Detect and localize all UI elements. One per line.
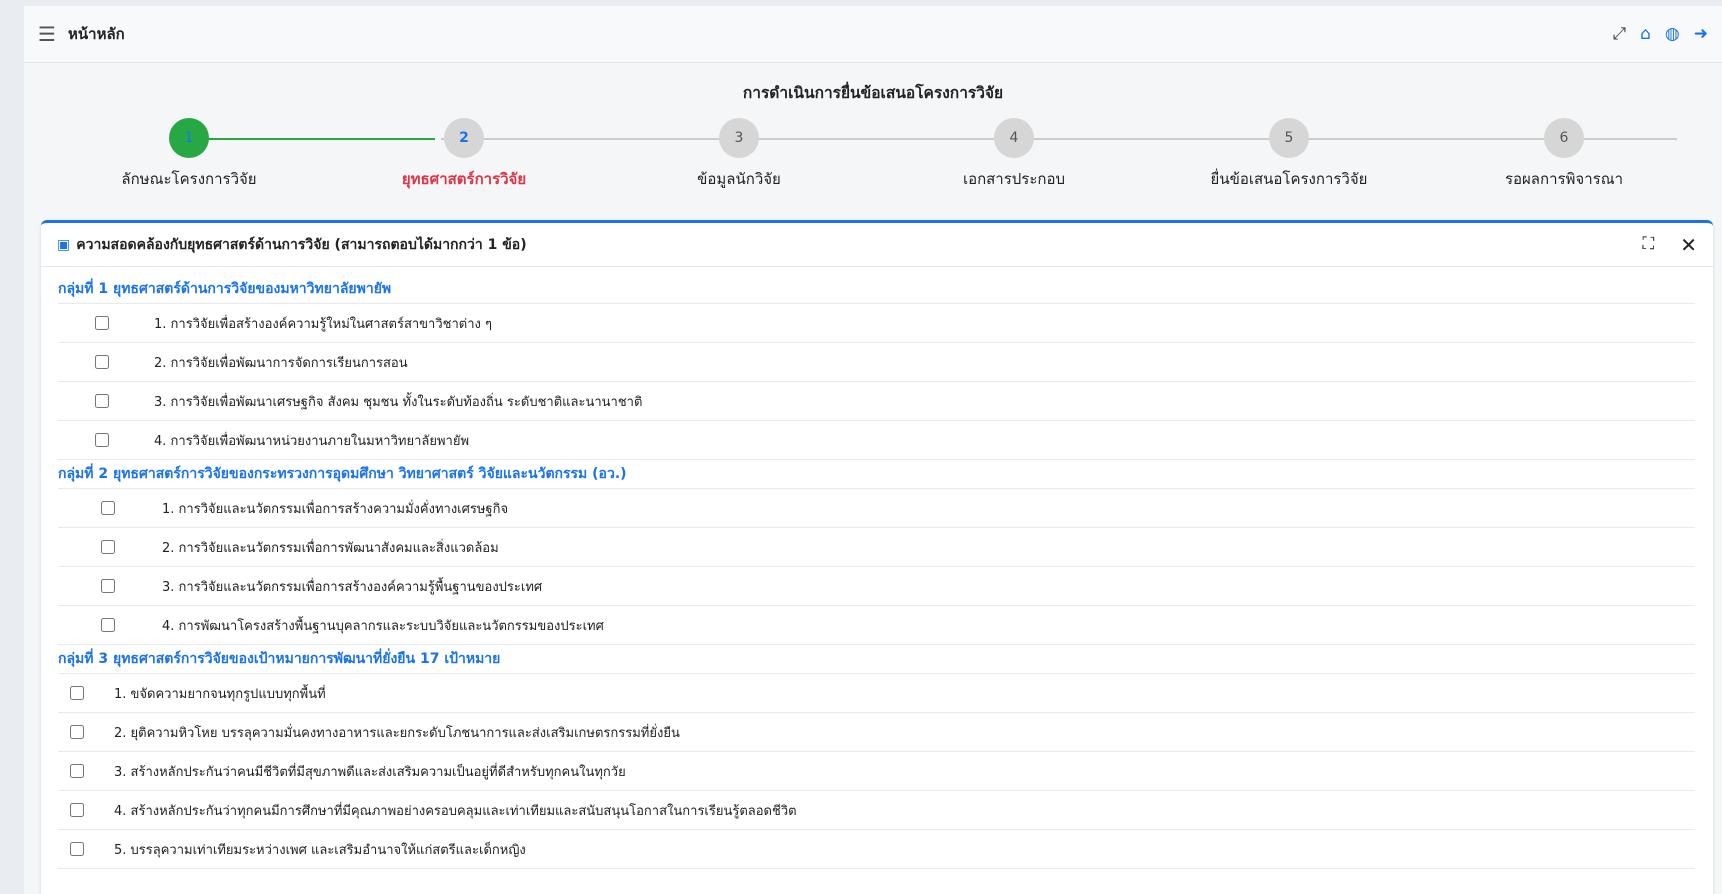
group-title: กลุ่มที่ 2 ยุทธศาสตร์การวิจัยของกระทรวงก… — [58, 460, 1695, 489]
strategy-checkbox[interactable] — [70, 803, 84, 817]
strategy-option-row[interactable]: 4. การพัฒนาโครงสร้างพื้นฐานบุคลากรและระบ… — [58, 606, 1695, 645]
top-navbar: ☰ หน้าหลัก ⤢ ⌂ ◍ ➜ — [24, 6, 1722, 63]
step-label: ยุทธศาสตร์การวิจัย — [401, 170, 527, 188]
step-wizard: 1 ลักษณะโครงการวิจัย 2 ยุทธศาสตร์การวิจัย 3 ข… — [24, 116, 1722, 192]
step-label: ข้อมูลนักวิจัย — [697, 170, 781, 188]
strategy-option-row[interactable]: 2. ยุติความหิวโหย บรรลุความมั่นคงทางอาหา… — [58, 713, 1695, 752]
sidebar-collapsed — [0, 0, 24, 894]
wizard-step-1[interactable]: 1 ลักษณะโครงการวิจัย — [74, 116, 304, 191]
strategy-checkbox[interactable] — [95, 355, 109, 369]
expand-icon[interactable]: ⤢ — [1613, 25, 1627, 43]
home-icon[interactable]: ⌂ — [1640, 25, 1651, 43]
strategy-option-row[interactable]: 1. ขจัดความยากจนทุกรูปแบบทุกพื้นที่ — [58, 674, 1695, 713]
wizard-step-4[interactable]: 4 เอกสารประกอบ — [899, 116, 1129, 191]
sign-out-icon[interactable]: ➜ — [1694, 25, 1708, 43]
step-number-circle: 4 — [994, 118, 1034, 158]
strategy-option-label: 3. การวิจัยเพื่อพัฒนาเศรษฐกิจ สังคม ชุมช… — [154, 394, 643, 410]
strategy-option-row[interactable]: 5. บรรลุความเท่าเทียมระหว่างเพศ และเสริม… — [58, 830, 1695, 869]
card-body: กลุ่มที่ 1 ยุทธศาสตร์ด้านการวิจัยของมหาว… — [41, 267, 1713, 869]
strategy-option-label: 3. การวิจัยและนวัตกรรมเพื่อการสร้างองค์ค… — [162, 579, 543, 595]
strategy-option-row[interactable]: 1. การวิจัยและนวัตกรรมเพื่อการสร้างความม… — [58, 489, 1695, 528]
globe-icon[interactable]: ◍ — [1665, 25, 1680, 43]
book-icon: ▣ — [57, 236, 71, 253]
strategy-option-row[interactable]: 4. สร้างหลักประกันว่าทุกคนมีการศึกษาที่ม… — [58, 791, 1695, 830]
step-label: รอผลการพิจารณา — [1504, 170, 1624, 188]
group-title: กลุ่มที่ 1 ยุทธศาสตร์ด้านการวิจัยของมหาว… — [58, 275, 1695, 304]
strategy-checkbox[interactable] — [70, 842, 84, 856]
strategy-option-label: 2. การวิจัยเพื่อพัฒนาการจัดการเรียนการสอ… — [154, 355, 408, 371]
step-number-circle: 6 — [1544, 118, 1584, 158]
strategy-option-label: 1. การวิจัยเพื่อสร้างองค์ความรู้ใหม่ในศา… — [154, 316, 492, 332]
wizard-title: การดำเนินการยื่นข้อเสนอโครงการวิจัย — [742, 84, 1004, 102]
strategy-checkbox[interactable] — [70, 764, 84, 778]
strategy-option-label: 3. สร้างหลักประกันว่าคนมีชีวิตที่มีสุขภา… — [114, 764, 626, 780]
strategy-group-3: กลุ่มที่ 3 ยุทธศาสตร์การวิจัยของเป้าหมาย… — [58, 645, 1695, 869]
strategy-checkbox[interactable] — [70, 686, 84, 700]
step-number-circle: 2 — [444, 118, 484, 158]
strategy-option-label: 4. การวิจัยเพื่อพัฒนาหน่วยงานภายในมหาวิท… — [154, 433, 470, 449]
strategy-option-row[interactable]: 1. การวิจัยเพื่อสร้างองค์ความรู้ใหม่ในศา… — [58, 304, 1695, 343]
strategy-card: ▣ ความสอดคล้องกับยุทธศาสตร์ด้านการวิจัย … — [41, 220, 1713, 894]
strategy-option-label: 1. การวิจัยและนวัตกรรมเพื่อการสร้างความม… — [162, 501, 509, 517]
page-title: หน้าหลัก — [68, 25, 125, 43]
strategy-option-label: 2. การวิจัยและนวัตกรรมเพื่อการพัฒนาสังคม… — [162, 540, 499, 556]
strategy-checkbox[interactable] — [101, 579, 115, 593]
step-label: ยื่นข้อเสนอโครงการวิจัย — [1210, 170, 1368, 188]
strategy-checkbox[interactable] — [95, 394, 109, 408]
strategy-checkbox[interactable] — [70, 725, 84, 739]
card-tools: ⛶ ✕ — [1642, 235, 1697, 255]
close-icon[interactable]: ✕ — [1680, 235, 1697, 255]
strategy-option-row[interactable]: 3. การวิจัยและนวัตกรรมเพื่อการสร้างองค์ค… — [58, 567, 1695, 606]
strategy-option-row[interactable]: 3. การวิจัยเพื่อพัฒนาเศรษฐกิจ สังคม ชุมช… — [58, 382, 1695, 421]
strategy-option-label: 4. สร้างหลักประกันว่าทุกคนมีการศึกษาที่ม… — [114, 803, 797, 819]
step-number-circle: 3 — [719, 118, 759, 158]
strategy-option-row[interactable]: 3. สร้างหลักประกันว่าคนมีชีวิตที่มีสุขภา… — [58, 752, 1695, 791]
group-title: กลุ่มที่ 3 ยุทธศาสตร์การวิจัยของเป้าหมาย… — [58, 645, 1695, 674]
wizard-step-3[interactable]: 3 ข้อมูลนักวิจัย — [624, 116, 854, 191]
strategy-checkbox[interactable] — [95, 316, 109, 330]
strategy-option-label: 1. ขจัดความยากจนทุกรูปแบบทุกพื้นที่ — [114, 686, 326, 702]
strategy-option-label: 5. บรรลุความเท่าเทียมระหว่างเพศ และเสริม… — [114, 842, 526, 858]
navbar-actions: ⤢ ⌂ ◍ ➜ — [1613, 25, 1709, 43]
step-number-circle: 1 — [169, 118, 209, 158]
strategy-option-label: 2. ยุติความหิวโหย บรรลุความมั่นคงทางอาหา… — [114, 725, 680, 741]
step-label: เอกสารประกอบ — [962, 170, 1066, 188]
strategy-group-1: กลุ่มที่ 1 ยุทธศาสตร์ด้านการวิจัยของมหาว… — [58, 275, 1695, 460]
strategy-option-row[interactable]: 2. การวิจัยเพื่อพัฒนาการจัดการเรียนการสอ… — [58, 343, 1695, 382]
hamburger-icon[interactable]: ☰ — [38, 24, 68, 44]
strategy-option-row[interactable]: 4. การวิจัยเพื่อพัฒนาหน่วยงานภายในมหาวิท… — [58, 421, 1695, 460]
step-number-circle: 5 — [1269, 118, 1309, 158]
wizard-step-6[interactable]: 6 รอผลการพิจารณา — [1449, 116, 1679, 191]
strategy-option-row[interactable]: 2. การวิจัยและนวัตกรรมเพื่อการพัฒนาสังคม… — [58, 528, 1695, 567]
strategy-checkbox[interactable] — [95, 433, 109, 447]
wizard-step-5[interactable]: 5 ยื่นข้อเสนอโครงการวิจัย — [1174, 116, 1404, 191]
maximize-icon[interactable]: ⛶ — [1642, 236, 1654, 253]
card-title: ความสอดคล้องกับยุทธศาสตร์ด้านการวิจัย (ส… — [76, 236, 527, 253]
card-header: ▣ ความสอดคล้องกับยุทธศาสตร์ด้านการวิจัย … — [41, 223, 1713, 267]
strategy-checkbox[interactable] — [101, 540, 115, 554]
strategy-option-label: 4. การพัฒนาโครงสร้างพื้นฐานบุคลากรและระบ… — [162, 618, 604, 634]
strategy-checkbox[interactable] — [101, 618, 115, 632]
wizard-step-2[interactable]: 2 ยุทธศาสตร์การวิจัย — [349, 116, 579, 191]
strategy-group-2: กลุ่มที่ 2 ยุทธศาสตร์การวิจัยของกระทรวงก… — [58, 460, 1695, 645]
strategy-checkbox[interactable] — [101, 501, 115, 515]
app-container: ☰ หน้าหลัก ⤢ ⌂ ◍ ➜ การดำเนินการยื่นข้อเส… — [24, 6, 1722, 894]
step-label: ลักษณะโครงการวิจัย — [121, 170, 257, 188]
